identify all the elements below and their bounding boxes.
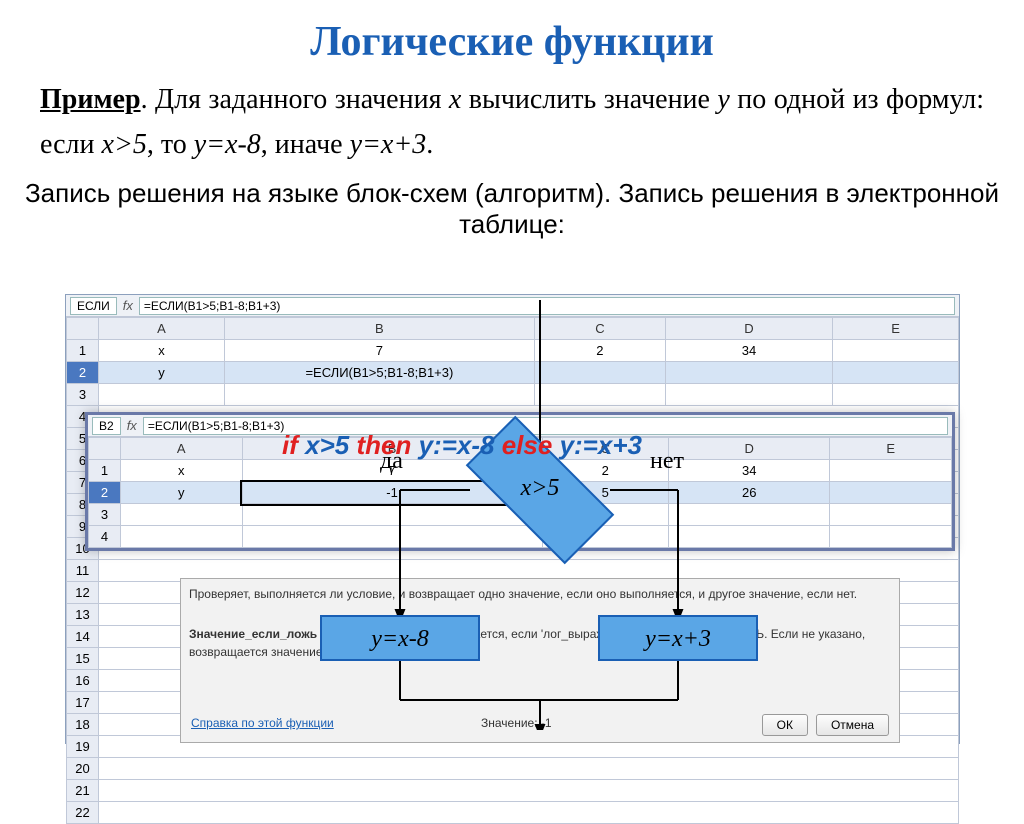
- name-box-2[interactable]: B2: [92, 417, 121, 435]
- col-header[interactable]: C: [534, 318, 665, 340]
- col-header[interactable]: E: [830, 438, 952, 460]
- col-header[interactable]: A: [99, 318, 225, 340]
- formula-bar-2: B2 fx =ЕСЛИ(B1>5;B1-8;B1+3): [88, 415, 952, 437]
- col-header[interactable]: A: [121, 438, 243, 460]
- help-line1: Проверяет, выполняется ли условие, и воз…: [189, 585, 891, 603]
- table-row: 1 x 7 2 34: [67, 340, 959, 362]
- example-label: Пример: [40, 84, 141, 115]
- grid-main[interactable]: A B C D E 1 x 7 2 34 2 y =ЕСЛИ(B1>5;B1-8…: [66, 317, 959, 824]
- function-help-dialog: Проверяет, выполняется ли условие, и воз…: [180, 578, 900, 743]
- name-box[interactable]: ЕСЛИ: [70, 297, 117, 315]
- col-header[interactable]: B: [242, 438, 542, 460]
- table-row: 3: [67, 384, 959, 406]
- table-row: 2 y -1 5 26: [89, 482, 952, 504]
- help-argname: Значение_если_ложь: [189, 627, 317, 641]
- example-text: Пример. Для заданного значения x вычисли…: [0, 66, 1024, 168]
- formula-bar: ЕСЛИ fx =ЕСЛИ(B1>5;B1-8;B1+3): [66, 295, 959, 317]
- fx-icon-2[interactable]: fx: [127, 418, 137, 433]
- ok-button[interactable]: ОК: [762, 714, 808, 736]
- grid-overlay[interactable]: A B C D E 1 x 7 2 34 2 y -1 5 26 3 4: [88, 437, 952, 548]
- col-header[interactable]: D: [665, 318, 832, 340]
- table-row: 22: [67, 802, 959, 824]
- table-row: 2 y =ЕСЛИ(B1>5;B1-8;B1+3): [67, 362, 959, 384]
- section-heading: Запись решения на языке блок-схем (алгор…: [0, 178, 1024, 240]
- fx-icon[interactable]: fx: [123, 298, 133, 313]
- help-result: Значение: -1: [481, 714, 552, 732]
- col-header[interactable]: C: [542, 438, 668, 460]
- help-link[interactable]: Справка по этой функции: [191, 716, 334, 730]
- table-row: 1 x 7 2 34: [89, 460, 952, 482]
- col-header[interactable]: E: [833, 318, 959, 340]
- page-title: Логические функции: [0, 0, 1024, 66]
- col-header[interactable]: B: [224, 318, 534, 340]
- table-row: 3: [89, 504, 952, 526]
- spreadsheet-overlay: B2 fx =ЕСЛИ(B1>5;B1-8;B1+3) A B C D E 1 …: [85, 412, 955, 551]
- col-header[interactable]: D: [669, 438, 830, 460]
- cancel-button[interactable]: Отмена: [816, 714, 889, 736]
- formula-input[interactable]: =ЕСЛИ(B1>5;B1-8;B1+3): [139, 297, 955, 315]
- table-row: 20: [67, 758, 959, 780]
- formula-input-2[interactable]: =ЕСЛИ(B1>5;B1-8;B1+3): [143, 417, 948, 435]
- table-row: 4: [89, 526, 952, 548]
- table-row: 21: [67, 780, 959, 802]
